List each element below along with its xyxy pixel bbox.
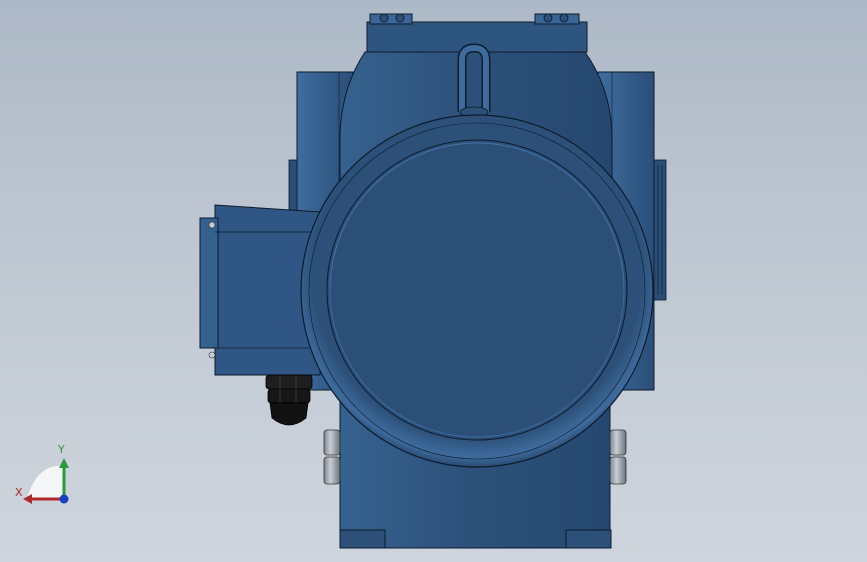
x-axis-arrow xyxy=(23,494,32,504)
triad-plane xyxy=(27,465,64,499)
actuator-model[interactable] xyxy=(0,0,867,562)
y-axis-label: Y xyxy=(57,443,65,456)
cable-gland xyxy=(265,374,313,426)
graphics-viewport[interactable]: Y X xyxy=(0,0,867,562)
x-axis-label: X xyxy=(15,486,23,499)
y-axis-arrow xyxy=(59,458,69,468)
view-triad: Y X xyxy=(15,443,69,504)
front-cover xyxy=(300,114,654,468)
z-axis-dot xyxy=(59,494,69,504)
